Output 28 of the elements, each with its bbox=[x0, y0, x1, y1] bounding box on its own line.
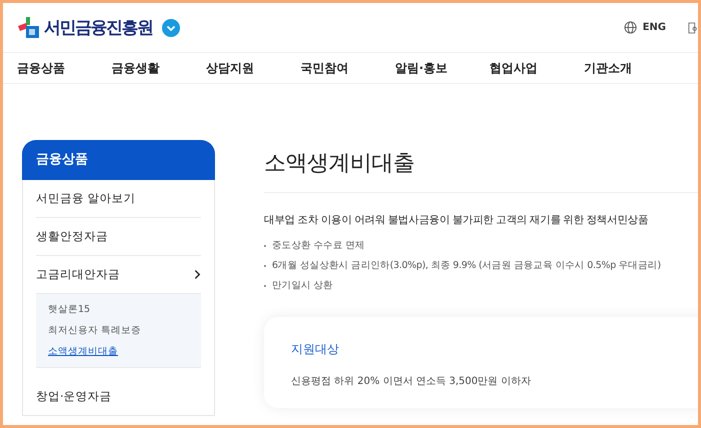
sidebar-item[interactable]: 창업·운영자금 bbox=[36, 378, 201, 415]
submenu-link[interactable]: 햇살론15 bbox=[48, 300, 90, 319]
submenu-link[interactable]: 최저신용자 특례보증 bbox=[48, 321, 142, 340]
globe-icon[interactable] bbox=[624, 21, 637, 34]
sidebar-header: 금융상품 bbox=[22, 140, 215, 180]
bullet-text: 중도상환 수수료 면제 bbox=[272, 239, 365, 252]
card-text: 신용평점 하위 20% 이면서 연소득 3,500만원 이하자 bbox=[291, 375, 532, 388]
nav-tab[interactable]: 국민참여 bbox=[300, 60, 395, 76]
page-title: 소액생계비대출 bbox=[264, 148, 698, 193]
nav-tab[interactable]: 상담지원 bbox=[206, 60, 300, 76]
sidebar-item[interactable]: 서민금융 알아보기 bbox=[36, 180, 201, 218]
card-heading: 지원대상 bbox=[291, 341, 340, 358]
document-icon[interactable] bbox=[688, 20, 698, 34]
nav-tab[interactable]: 기관소개 bbox=[584, 60, 678, 76]
submenu-link[interactable]: 소액생계비대출 bbox=[48, 342, 118, 361]
summary-text: 대부업 조차 이용이 어려워 불법사금융이 불가피한 고객의 재기를 위한 정책서민상품 bbox=[264, 213, 650, 227]
language-link[interactable]: ENG bbox=[642, 22, 666, 33]
chevron-icon bbox=[194, 269, 201, 280]
logo-icon bbox=[17, 16, 41, 40]
nav-tab[interactable]: 알림·홍보 bbox=[395, 60, 490, 76]
bullet-text: 만기일시 상환 bbox=[272, 279, 333, 292]
dropdown-icon[interactable] bbox=[162, 18, 180, 36]
nav-tab[interactable]: 금융생활 bbox=[112, 60, 206, 76]
bullet-text: 6개월 성실상환시 금리인하(3.0%p), 최종 9.9% (서금원 금융교육 이수시 0.5%p 우대금리) bbox=[272, 259, 661, 272]
sidebar-item[interactable]: 생활안정자금 bbox=[36, 218, 201, 256]
logo-text[interactable]: 서민금융진흥원 bbox=[44, 16, 152, 39]
nav-tab[interactable]: 금융상품 bbox=[17, 60, 112, 76]
nav-tab[interactable]: 협업사업 bbox=[490, 60, 584, 76]
